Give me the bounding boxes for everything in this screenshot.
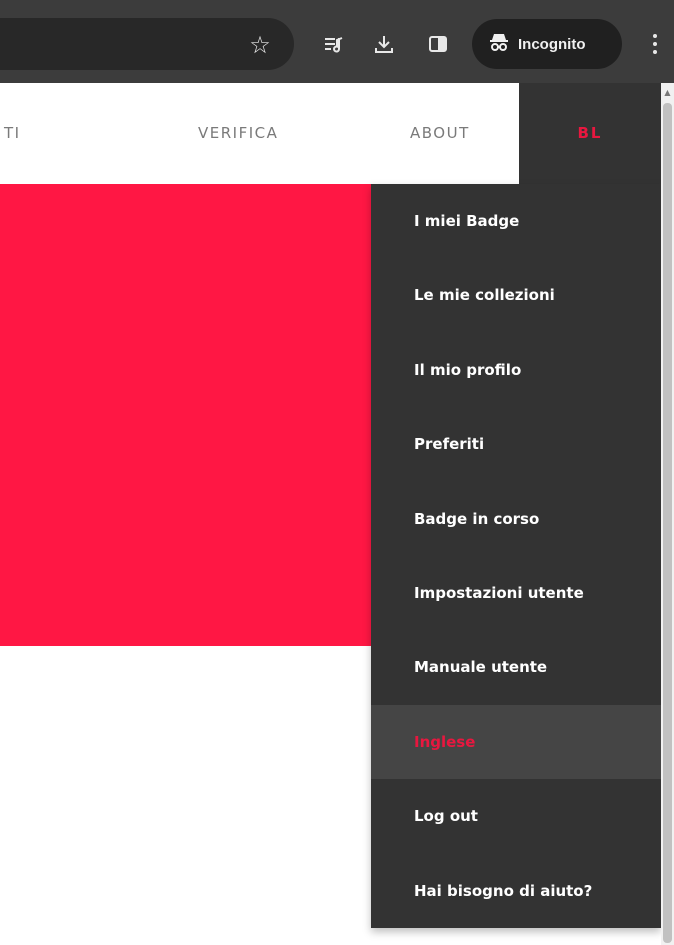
nav-item-about[interactable]: ABOUT <box>410 83 470 184</box>
menu-item-user-settings[interactable]: Impostazioni utente <box>371 556 661 630</box>
download-icon[interactable] <box>366 26 402 62</box>
menu-item-user-manual[interactable]: Manuale utente <box>371 630 661 704</box>
star-icon[interactable]: ☆ <box>245 30 275 60</box>
incognito-icon <box>488 31 510 57</box>
incognito-label: Incognito <box>518 35 586 53</box>
more-menu-icon[interactable] <box>640 26 670 62</box>
menu-item-favorites[interactable]: Preferiti <box>371 407 661 481</box>
site-header: TI VERIFICA ABOUT <box>0 83 519 184</box>
user-menu-toggle[interactable]: BL <box>519 83 661 184</box>
scroll-up-arrow-icon[interactable]: ▲ <box>661 87 674 99</box>
nav-item-partial[interactable]: TI <box>4 83 21 184</box>
browser-toolbar: ☆ Incognito <box>0 0 674 83</box>
page-scrollbar[interactable]: ▲ <box>661 83 674 945</box>
menu-item-help[interactable]: Hai bisogno di aiuto? <box>371 854 661 928</box>
incognito-badge[interactable]: Incognito <box>472 19 622 69</box>
nav-item-verifica[interactable]: VERIFICA <box>198 83 278 184</box>
user-dropdown-menu: I miei Badge Le mie collezioni Il mio pr… <box>371 184 661 928</box>
reading-list-icon[interactable] <box>316 26 352 62</box>
menu-item-profile[interactable]: Il mio profilo <box>371 333 661 407</box>
menu-item-logout[interactable]: Log out <box>371 779 661 853</box>
menu-item-badges[interactable]: I miei Badge <box>371 184 661 258</box>
side-panel-icon[interactable] <box>420 26 456 62</box>
menu-item-collections[interactable]: Le mie collezioni <box>371 258 661 332</box>
scroll-thumb[interactable] <box>663 103 672 943</box>
menu-item-badges-in-progress[interactable]: Badge in corso <box>371 482 661 556</box>
hero-banner <box>0 184 371 646</box>
menu-item-language[interactable]: Inglese <box>371 704 661 780</box>
